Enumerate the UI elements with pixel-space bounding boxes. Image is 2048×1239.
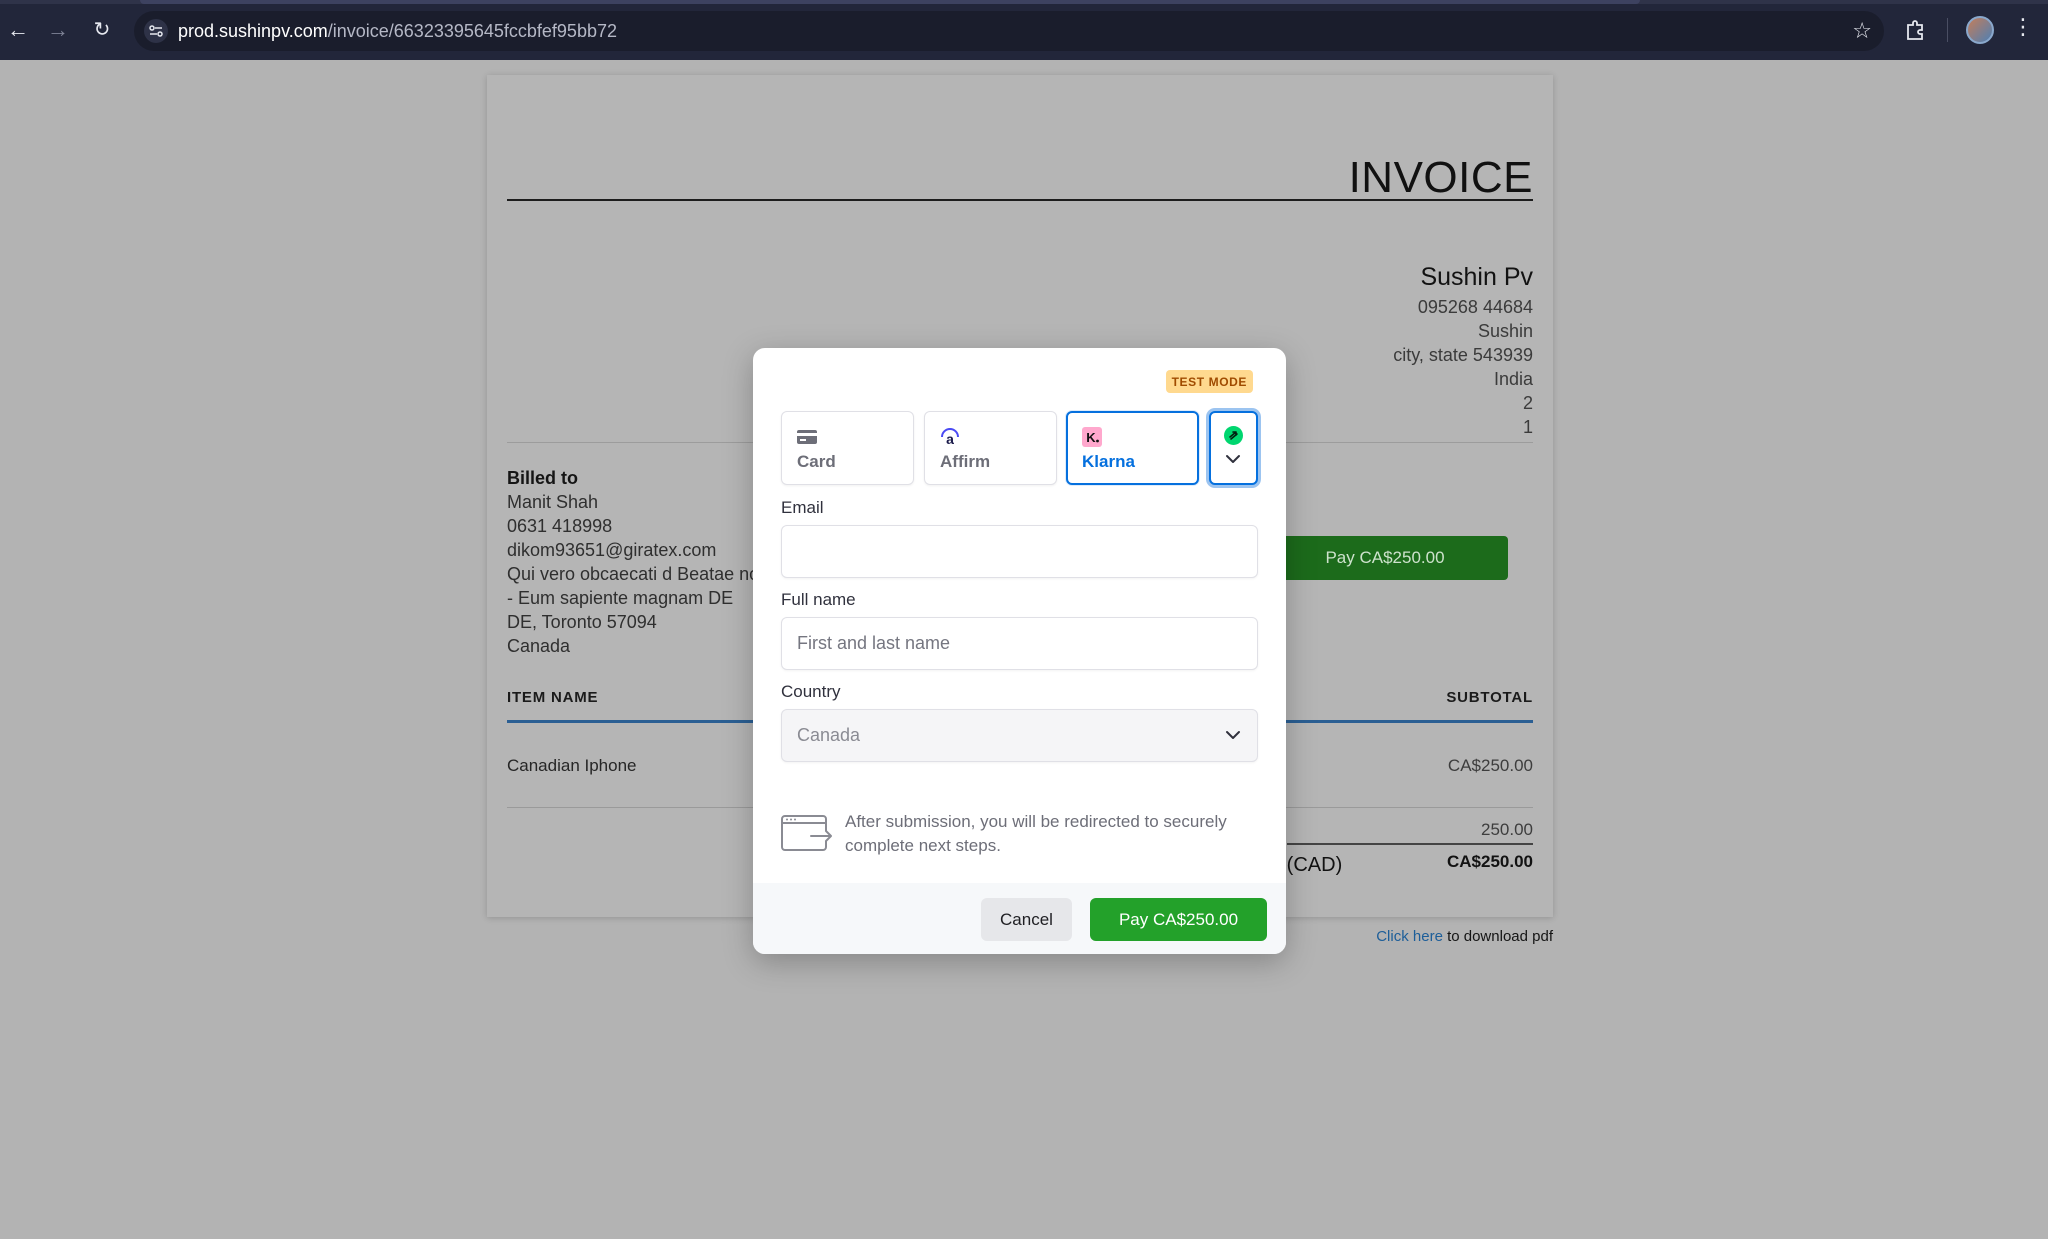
download-pdf-note: Click here to download pdf	[1376, 928, 1553, 945]
address-bar[interactable]: prod.sushinpv.com/invoice/66323395645fcc…	[134, 11, 1884, 51]
col-subtotal: SUBTOTAL	[1446, 689, 1533, 706]
country-value: Canada	[797, 725, 861, 745]
redirect-notice: After submission, you will be redirected…	[781, 810, 1258, 862]
browser-redirect-icon	[781, 815, 833, 851]
tab-affirm[interactable]: a Affirm	[924, 411, 1057, 485]
billed-email: dikom93651@giratex.com	[507, 540, 717, 560]
seller-line3: 2	[1522, 393, 1533, 413]
url-host: prod.sushinpv.com	[178, 21, 328, 41]
modal-footer: Cancel Pay CA$250.00	[753, 883, 1286, 954]
url-text[interactable]: prod.sushinpv.com/invoice/66323395645fcc…	[178, 21, 617, 42]
full-name-field[interactable]	[797, 633, 1237, 654]
bookmark-star-icon[interactable]: ☆	[1852, 18, 1872, 44]
summary-value: 250.00	[1481, 820, 1533, 839]
billed-address2: - Eum sapiente magnam DE	[507, 588, 734, 608]
country-label: Country	[781, 682, 841, 701]
svg-text:K: K	[1086, 430, 1096, 445]
billed-to: Billed to Manit Shah 0631 418998 dikom93…	[507, 466, 765, 658]
table-row-subtotal: CA$250.00	[1447, 756, 1533, 775]
invoice-title: INVOICE	[1348, 153, 1533, 202]
redirect-text: After submission, you will be redirected…	[845, 812, 1227, 855]
forward-arrow-icon[interactable]: →	[44, 16, 72, 44]
chevron-down-icon	[1226, 731, 1240, 739]
extensions-icon[interactable]	[1904, 18, 1928, 42]
reload-icon[interactable]: ↻	[88, 16, 116, 44]
affirm-icon: a	[941, 428, 959, 447]
payment-modal: TEST MODE Card a Affirm K Klarna Email F…	[753, 348, 1286, 954]
klarna-icon: K	[1082, 427, 1102, 447]
download-pdf-link[interactable]: Click here	[1376, 928, 1443, 945]
payment-method-tabs: Card a Affirm K Klarna	[781, 411, 1258, 485]
active-tab[interactable]	[140, 0, 1640, 4]
seller-country: India	[1493, 369, 1533, 389]
billed-name: Manit Shah	[507, 492, 599, 512]
tab-klarna-label: Klarna	[1082, 452, 1135, 471]
tab-strip	[0, 0, 2048, 4]
tab-klarna[interactable]: K Klarna	[1066, 411, 1199, 485]
chevron-down-icon	[1226, 455, 1240, 463]
toolbar-divider	[1947, 18, 1948, 42]
tab-affirm-label: Affirm	[940, 452, 991, 471]
link-icon	[1224, 426, 1243, 445]
more-vert-icon[interactable]: ⋮	[2012, 14, 2034, 40]
email-label: Email	[781, 498, 824, 517]
seller-line1: Sushin	[1477, 321, 1533, 341]
back-arrow-icon[interactable]: ←	[4, 16, 32, 44]
title-divider	[507, 199, 1533, 201]
url-path: /invoice/66323395645fccbfef95bb72	[327, 21, 617, 41]
full-name-label: Full name	[781, 590, 856, 609]
browser-toolbar: ← → ↻ prod.sushinpv.com/invoice/66323395…	[0, 0, 2048, 60]
more-methods-dropdown[interactable]	[1209, 411, 1258, 485]
test-mode-badge: TEST MODE	[1165, 370, 1253, 393]
seller-phone: 095268 44684	[1417, 297, 1533, 317]
total-value: CA$250.00	[1446, 852, 1533, 871]
tab-card[interactable]: Card	[781, 411, 914, 485]
col-item-name: ITEM NAME	[507, 689, 599, 706]
table-row-item: Canadian Iphone	[507, 756, 637, 775]
seller-name: Sushin Pv	[1420, 263, 1533, 291]
invoice-pay-button[interactable]: Pay CA$250.00	[1262, 536, 1508, 580]
seller-line2: city, state 543939	[1393, 345, 1533, 365]
pay-button[interactable]: Pay CA$250.00	[1090, 898, 1267, 941]
email-field-box	[781, 525, 1258, 578]
billed-address3: DE, Toronto 57094	[507, 612, 657, 632]
svg-text:a: a	[946, 431, 954, 447]
email-field[interactable]	[797, 541, 1237, 562]
billed-address1: Qui vero obcaecati d Beatae nor	[507, 564, 766, 584]
country-select[interactable]: Canada	[781, 709, 1258, 762]
site-info-icon[interactable]	[144, 19, 168, 43]
billed-phone: 0631 418998	[507, 516, 613, 536]
billed-country: Canada	[507, 636, 571, 656]
summary-divider	[1287, 843, 1533, 845]
seller-line4: 1	[1522, 417, 1533, 437]
full-name-field-box	[781, 617, 1258, 670]
profile-avatar[interactable]	[1966, 16, 1994, 44]
tab-card-label: Card	[797, 452, 836, 471]
seller-info: Sushin Pv 095268 44684 Sushin city, stat…	[1393, 261, 1533, 439]
billed-to-label: Billed to	[507, 468, 578, 488]
cancel-button[interactable]: Cancel	[981, 898, 1072, 941]
download-pdf-text: to download pdf	[1442, 928, 1553, 945]
card-icon	[797, 430, 817, 444]
